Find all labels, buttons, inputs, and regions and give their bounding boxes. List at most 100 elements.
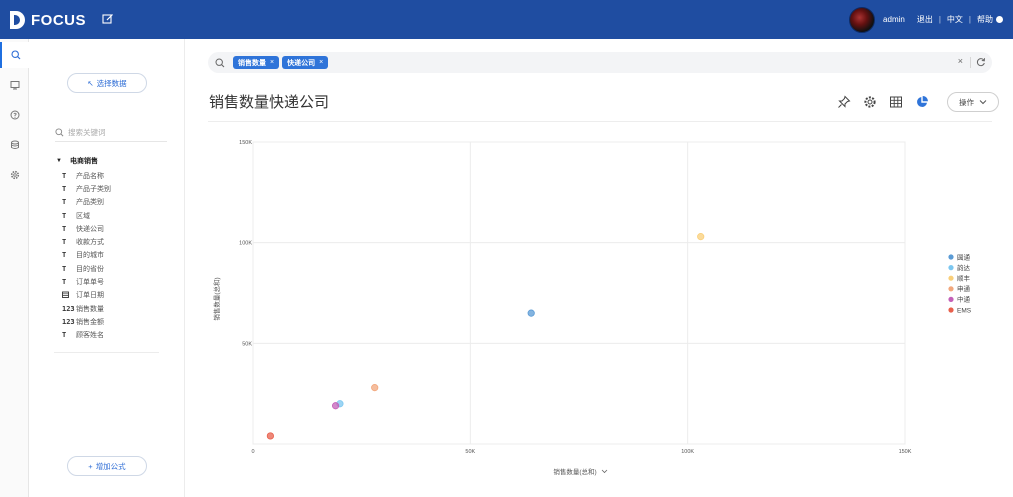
chart-settings-button[interactable] (857, 93, 883, 111)
table-node[interactable]: ▼ 电商销售 (56, 156, 98, 166)
field-label: 顾客姓名 (76, 332, 104, 340)
y-tick-label: 100K (239, 241, 252, 247)
field-item[interactable]: 123 销售数量 (62, 302, 162, 315)
data-point[interactable] (371, 384, 379, 392)
logout-link[interactable]: 退出 (917, 14, 933, 25)
operations-dropdown[interactable]: 操作 (947, 92, 999, 112)
legend-item[interactable]: EMS (948, 307, 972, 314)
main-area: 销售数量 × 快递公司 × × 销售数量快递公司 操作 0 50K 100K 1… (186, 39, 1013, 497)
query-token-sales-quantity[interactable]: 销售数量 × (233, 56, 280, 69)
data-point[interactable] (266, 432, 274, 440)
chart-legend: 圆通韵达顺丰申通中通 EMS (948, 252, 972, 314)
help-link[interactable]: 帮助 (977, 14, 993, 25)
query-token-courier[interactable]: 快递公司 × (282, 56, 329, 69)
field-item[interactable]: T 收款方式 (62, 235, 162, 248)
add-formula-button[interactable]: + 增加公式 (67, 456, 147, 476)
field-label: 快递公司 (76, 225, 104, 233)
search-nav-button[interactable] (0, 42, 29, 68)
chart-type-button[interactable] (909, 93, 935, 111)
legend-item[interactable]: 圆通 (948, 252, 971, 261)
refresh-icon[interactable] (976, 57, 986, 67)
legend-label: 申通 (957, 284, 971, 293)
user-name[interactable]: admin (883, 15, 905, 24)
search-query-bar[interactable]: 销售数量 × 快递公司 × × (208, 52, 992, 73)
field-item[interactable]: T 目的省份 (62, 262, 162, 275)
select-data-button[interactable]: ↖ 选择数据 (67, 73, 147, 93)
x-tick-label: 0 (251, 449, 254, 455)
help-dot-icon (996, 16, 1003, 23)
field-item[interactable]: T 订单单号 (62, 275, 162, 288)
field-item[interactable]: T 顾客姓名 (62, 329, 162, 342)
settings-icon (10, 170, 19, 180)
scatter-chart: 0 50K 100K 150K 50K 100K 150K 圆通韵达顺丰申通中通 EMS 销售… (212, 140, 972, 476)
field-item[interactable]: 订单日期 (62, 289, 162, 302)
field-label: 目的省份 (76, 265, 104, 273)
field-label: 产品子类别 (76, 185, 111, 193)
chevron-down-icon (979, 100, 987, 105)
x-tick-label: 100K (681, 449, 694, 455)
text-type-icon: T (62, 264, 67, 273)
legend-swatch (948, 286, 954, 292)
remove-token-icon[interactable]: × (319, 59, 323, 66)
data-point[interactable] (697, 233, 705, 241)
chevron-down-icon[interactable] (601, 469, 608, 474)
remove-token-icon[interactable]: × (270, 59, 274, 66)
chart-toolbar: 操作 (831, 92, 999, 112)
focus-logo[interactable]: FOCUS (10, 9, 86, 31)
select-data-label: 选择数据 (96, 78, 127, 88)
field-item[interactable]: T 快递公司 (62, 222, 162, 235)
operations-label: 操作 (959, 97, 974, 107)
data-point[interactable] (331, 402, 340, 410)
pin-icon (838, 95, 851, 108)
board-nav-button[interactable] (0, 72, 29, 98)
legend-swatch (948, 265, 954, 271)
avatar[interactable] (849, 6, 876, 33)
pie-chart-icon (917, 96, 928, 107)
top-bar: FOCUS admin 退出 | 中文 | 帮助 (0, 0, 1013, 39)
text-type-icon: T (62, 251, 67, 260)
logo-text: FOCUS (31, 11, 86, 29)
field-label: 订单单号 (76, 279, 104, 287)
help-nav-button[interactable] (0, 102, 29, 128)
field-item[interactable]: T 区域 (62, 209, 162, 222)
field-item[interactable]: T 产品子类别 (62, 182, 162, 195)
field-label: 产品类别 (76, 199, 104, 207)
numeric-type-icon: 123 (62, 317, 75, 326)
x-axis-title[interactable]: 销售数量(总和) (553, 467, 596, 476)
edit-icon[interactable] (102, 13, 114, 25)
data-source-nav-button[interactable] (0, 132, 29, 158)
pin-button[interactable] (831, 93, 857, 111)
data-source-icon (10, 140, 19, 149)
legend-label: 中通 (957, 295, 971, 304)
text-type-icon: T (62, 331, 67, 340)
legend-swatch (948, 275, 954, 281)
field-item[interactable]: T 产品类别 (62, 196, 162, 209)
caret-down-icon: ▼ (56, 158, 62, 164)
field-label: 收款方式 (76, 239, 104, 247)
language-switch[interactable]: 中文 (947, 14, 963, 25)
token-label: 销售数量 (238, 59, 266, 67)
field-item[interactable]: T 产品名称 (62, 169, 162, 182)
settings-nav-button[interactable] (0, 162, 29, 188)
calendar-icon (62, 291, 76, 300)
data-point[interactable] (527, 309, 535, 317)
legend-item[interactable]: 韵达 (948, 263, 971, 272)
y-tick-label: 150K (239, 140, 252, 146)
legend-item[interactable]: 申通 (948, 284, 971, 293)
field-item[interactable]: T 目的城市 (62, 249, 162, 262)
text-type-icon: T (62, 238, 67, 247)
clear-query-icon[interactable]: × (958, 56, 963, 66)
legend-item[interactable]: 顺丰 (948, 274, 971, 283)
legend-label: 韵达 (957, 263, 971, 272)
field-search-input[interactable]: 搜索关键词 (55, 124, 167, 142)
field-item[interactable]: 123 销售金额 (62, 315, 162, 328)
legend-item[interactable]: 中通 (948, 295, 971, 304)
legend-label: EMS (957, 307, 972, 314)
search-icon (215, 57, 225, 67)
separator: | (968, 15, 971, 24)
chart-grid (252, 141, 906, 445)
divider (208, 121, 992, 122)
y-axis-title[interactable]: 销售数量(总和) (212, 277, 221, 320)
table-name: 电商销售 (69, 158, 98, 165)
table-view-button[interactable] (883, 93, 909, 111)
